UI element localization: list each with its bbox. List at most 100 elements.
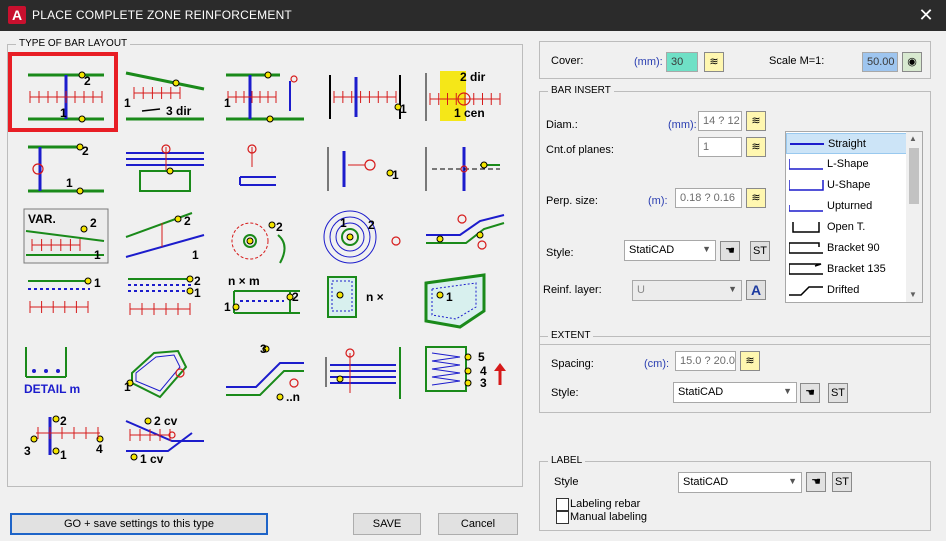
- label-style-select[interactable]: StatiCAD ▼: [678, 472, 802, 493]
- cover-input[interactable]: 30: [666, 52, 698, 72]
- perp-input[interactable]: 0.18 ? 0.16: [675, 188, 742, 208]
- shape-item-bracket-135[interactable]: Bracket 135: [786, 259, 907, 280]
- svg-text:1: 1: [124, 380, 131, 394]
- close-icon[interactable]: ✕: [916, 5, 936, 25]
- shape-item-straight[interactable]: Straight: [786, 133, 907, 154]
- spacing-stack-icon[interactable]: ≋: [740, 351, 760, 371]
- svg-text:2 cv: 2 cv: [154, 414, 178, 428]
- svg-text:1: 1: [340, 216, 347, 230]
- shape-item-label: Upturned: [827, 200, 873, 212]
- app-logo-icon: A: [8, 6, 26, 24]
- manual-labeling-checkbox[interactable]: [556, 511, 569, 524]
- layout-vertical-group-icon[interactable]: [320, 343, 410, 403]
- label-style-label: Style: [554, 476, 579, 488]
- scroll-down-icon[interactable]: ▼: [909, 290, 917, 299]
- shape-item-drifted[interactable]: Drifted: [786, 280, 907, 301]
- svg-text:3: 3: [260, 343, 267, 356]
- layout-two-cv-icon[interactable]: 2 cv 1 cv: [120, 411, 210, 471]
- insert-style-st-button[interactable]: ST: [750, 241, 770, 261]
- svg-text:1: 1: [446, 290, 453, 304]
- shape-glyph-icon: [789, 159, 823, 170]
- perp-stack-icon[interactable]: ≋: [746, 188, 766, 208]
- layout-bar-between-walls-icon[interactable]: 1: [320, 67, 410, 127]
- scroll-thumb[interactable]: [909, 148, 919, 204]
- insert-style-select[interactable]: StatiCAD ▼: [624, 240, 716, 261]
- label-legend: LABEL: [548, 455, 586, 466]
- layout-hook-left-icon[interactable]: 21: [20, 139, 110, 199]
- svg-text:3: 3: [480, 376, 487, 390]
- planes-stack-icon[interactable]: ≋: [746, 137, 766, 157]
- layout-stirrup-cross-icon[interactable]: [120, 139, 210, 199]
- shape-item-bracket-90[interactable]: Bracket 90: [786, 238, 907, 259]
- layout-stepped-bar-icon[interactable]: 3 ..n: [220, 343, 310, 403]
- layout-variable-length-icon[interactable]: VAR. 2 1: [20, 205, 110, 265]
- svg-text:2: 2: [276, 220, 283, 234]
- labeling-rebar-checkbox[interactable]: [556, 498, 569, 511]
- layout-cross-bars-icon[interactable]: [420, 139, 510, 199]
- layout-circular-rings-icon[interactable]: 12: [320, 205, 410, 265]
- shape-glyph-icon: [789, 242, 823, 254]
- shape-scrollbar[interactable]: ▲ ▼: [906, 132, 922, 302]
- layout-polygon-box-icon[interactable]: 1: [420, 271, 510, 331]
- svg-text:1 cen: 1 cen: [454, 106, 485, 120]
- svg-text:1: 1: [94, 276, 101, 290]
- chevron-down-icon: ▼: [788, 476, 797, 486]
- cover-unit: (mm):: [634, 56, 663, 68]
- shape-item-u-shape[interactable]: U-Shape: [786, 175, 907, 196]
- go-save-button[interactable]: GO + save settings to this type: [10, 513, 268, 535]
- layout-hook-vertical-right-icon[interactable]: 1: [320, 139, 410, 199]
- scroll-up-icon[interactable]: ▲: [909, 134, 917, 143]
- layout-dotted-one-icon[interactable]: 1: [20, 271, 110, 331]
- svg-text:2: 2: [84, 74, 91, 88]
- shape-item-open-t-[interactable]: Open T.: [786, 217, 907, 238]
- layout-circular-arc-icon[interactable]: 2: [220, 205, 310, 265]
- text-style-button[interactable]: A: [746, 280, 766, 300]
- cover-label: Cover:: [551, 55, 584, 67]
- svg-text:1: 1: [60, 448, 67, 462]
- label-style-st-button[interactable]: ST: [832, 472, 852, 492]
- layout-sloped-variable-icon[interactable]: 21: [120, 205, 210, 265]
- layout-spring-layout-icon[interactable]: 543: [420, 343, 510, 403]
- diam-stack-icon[interactable]: ≋: [746, 111, 766, 131]
- globe-icon[interactable]: ◉: [902, 52, 922, 72]
- svg-text:n × m: n × m: [228, 274, 260, 288]
- layout-single-hook-down-icon[interactable]: [220, 139, 310, 199]
- extent-style-select[interactable]: StatiCAD ▼: [673, 382, 797, 403]
- cancel-button[interactable]: Cancel: [438, 513, 518, 535]
- label-style-value: StatiCAD: [683, 476, 729, 488]
- diam-input[interactable]: 14 ? 12: [698, 111, 742, 131]
- extent-style-value: StatiCAD: [678, 386, 724, 398]
- layout-four-point-icon[interactable]: 2 1 3 4: [20, 411, 110, 471]
- chevron-down-icon: ▼: [728, 284, 737, 294]
- extent-style-st-button[interactable]: ST: [828, 383, 848, 403]
- layout-straight-two-ends-icon[interactable]: 21: [20, 67, 110, 127]
- layer-select[interactable]: U ▼: [632, 280, 742, 301]
- shape-item-upturned[interactable]: Upturned: [786, 196, 907, 217]
- planes-input[interactable]: 1: [698, 137, 742, 157]
- svg-text:..n: ..n: [286, 390, 300, 403]
- svg-text:1: 1: [392, 168, 399, 182]
- layout-n-by-box-icon[interactable]: n ×: [320, 271, 410, 331]
- hand-pick-icon[interactable]: ☚: [806, 472, 826, 492]
- hand-pick-icon[interactable]: ☚: [720, 241, 740, 261]
- shape-item-l-shape[interactable]: L-Shape: [786, 154, 907, 175]
- layer-label: Reinf. layer:: [543, 284, 602, 296]
- save-button[interactable]: SAVE: [353, 513, 421, 535]
- spacing-input[interactable]: 15.0 ? 20.0: [675, 351, 736, 371]
- layout-dotted-two-icon[interactable]: 21: [120, 271, 210, 331]
- svg-text:1: 1: [224, 300, 231, 314]
- svg-text:1 cv: 1 cv: [140, 452, 164, 466]
- hand-pick-icon[interactable]: ☚: [800, 383, 820, 403]
- layout-detail-m-icon[interactable]: DETAIL m: [20, 343, 110, 403]
- layer-value: U: [637, 284, 645, 296]
- svg-text:2: 2: [90, 216, 97, 230]
- scale-input[interactable]: 50.00: [862, 52, 898, 72]
- shape-listbox[interactable]: Straight L-Shape U-Shape Upturned Open T. Bra…: [785, 131, 923, 303]
- layout-curved-layer-icon[interactable]: [420, 205, 510, 265]
- layout-single-end-bar-icon[interactable]: 1: [220, 67, 310, 127]
- cover-stack-icon[interactable]: ≋: [704, 52, 724, 72]
- layout-sloped-three-dir-icon[interactable]: 1 3 dir: [120, 67, 210, 127]
- layout-polygon-curve-icon[interactable]: 1: [120, 343, 210, 403]
- layout-n-by-m-grid-icon[interactable]: n × m 2 1: [220, 271, 310, 331]
- layout-center-direction-icon[interactable]: 2 dir 1 cen: [420, 67, 510, 127]
